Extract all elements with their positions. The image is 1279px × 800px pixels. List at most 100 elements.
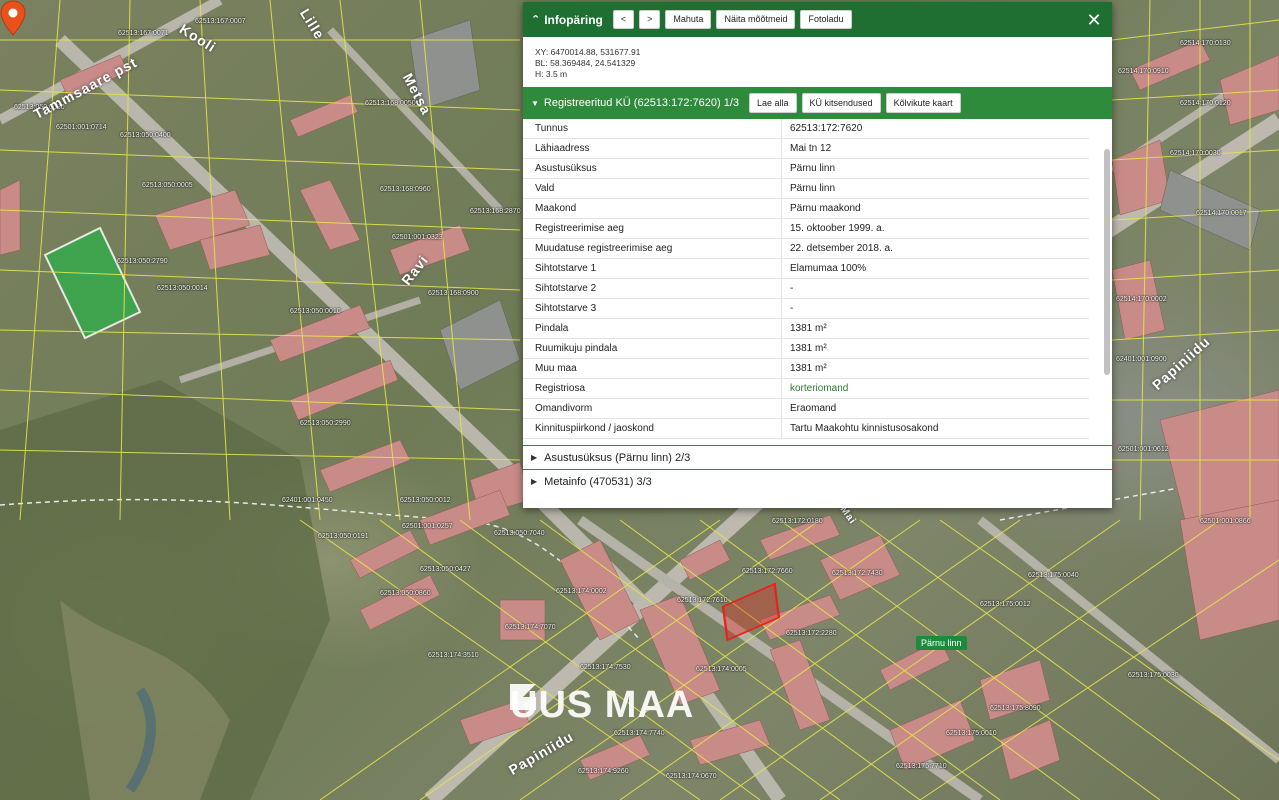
parcel-label: 62401:001:0900 [1116, 356, 1167, 363]
property-key: Maakond [523, 198, 782, 219]
property-value: Pärnu maakond [781, 198, 1089, 219]
close-icon[interactable]: ✕ [1084, 11, 1104, 29]
parcel-label: 62501:001:0257 [402, 523, 453, 530]
parcel-label: 62514:170:0130 [1180, 40, 1231, 47]
map-marker-icon[interactable] [0, 0, 26, 36]
property-value: - [781, 298, 1089, 319]
parcel-label: 62401:001:0450 [282, 497, 333, 504]
parcel-label: 62501:001:0714 [56, 124, 107, 131]
next-button[interactable]: > [639, 10, 661, 29]
parcel-label: 62501:001:0323 [392, 234, 443, 241]
parcel-label: 62513:050:0400 [120, 132, 171, 139]
property-value-link[interactable]: korteriomand [781, 378, 1089, 399]
coordinates-block: XY: 6470014.88, 531677.91 BL: 58.369484,… [523, 37, 1112, 83]
parcel-label: 62513:174:0005 [696, 666, 747, 673]
parcel-label: 62514:170:0017 [1196, 210, 1247, 217]
parcel-label: 62514:170:0910 [1118, 68, 1169, 75]
parcel-label: 62513:050:0012 [400, 497, 451, 504]
parcel-label: 62513:167:0007 [195, 18, 246, 25]
table-row: Sihtotstarve 3- [523, 298, 1089, 319]
parcel-label: 62513:050:0014 [157, 285, 208, 292]
registered-parcel-section-header[interactable]: ▼ Registreeritud KÜ (62513:172:7620) 1/3… [523, 87, 1112, 119]
property-key: Muudatuse registreerimise aeg [523, 238, 782, 259]
download-button[interactable]: Lae alla [749, 93, 797, 113]
parcel-label: 62513:172:0180 [772, 518, 823, 525]
property-key: Ruumikuju pindala [523, 338, 782, 359]
panel-title[interactable]: ⌃ Infopäring [531, 13, 603, 27]
property-key: Omandivorm [523, 398, 782, 419]
collapsed-section-settlement[interactable]: ▶ Asustusüksus (Pärnu linn) 2/3 [523, 445, 1112, 469]
table-row: Asustusüksus Pärnu linn [523, 158, 1089, 179]
collapsed-section-label: Metainfo (470531) 3/3 [544, 475, 652, 488]
section-title[interactable]: ▼ Registreeritud KÜ (62513:172:7620) 1/3 [531, 97, 739, 109]
parcel-label: 62514:170:0120 [1180, 100, 1231, 107]
table-row: Maakond Pärnu maakond [523, 198, 1089, 219]
property-value: 62513:172:7620 [781, 119, 1089, 139]
expand-triangle-icon: ▶ [531, 453, 538, 462]
panel-title-text: Infopäring [544, 12, 603, 27]
show-dimensions-button[interactable]: Näita mõõtmeid [716, 10, 796, 29]
fit-button[interactable]: Mahuta [665, 10, 712, 29]
parcel-label: 62513:050:0860 [380, 590, 431, 597]
parcel-label: 62513:175:8090 [990, 705, 1041, 712]
parcel-label: 62501:001:0612 [1118, 446, 1169, 453]
parcel-label: 62513:050:0005 [142, 182, 193, 189]
parcel-label: 62513:172:7430 [832, 570, 883, 577]
parcel-label: 62513:174:0670 [666, 773, 717, 780]
restrictions-button[interactable]: KÜ kitsendused [801, 93, 881, 113]
info-panel: ⌃ Infopäring < > Mahuta Näita mõõtmeid F… [523, 2, 1112, 508]
land-use-map-button[interactable]: Kõlvikute kaart [885, 93, 961, 113]
watermark-logo: UUS MAA [510, 684, 694, 727]
parcel-label: 62513:172:7610 [677, 597, 728, 604]
table-row: Vald Pärnu linn [523, 178, 1089, 199]
property-value: 1381 m² [781, 318, 1089, 339]
parcel-label: 62501:001:0866 [1200, 518, 1251, 525]
parcel-label: 62514:170:0002 [1116, 296, 1167, 303]
property-key: Asustusüksus [523, 158, 782, 179]
collapsed-section-metainfo[interactable]: ▶ Metainfo (470531) 3/3 [523, 469, 1112, 493]
uus-maa-logo-icon [510, 684, 536, 710]
municipality-label: Pärnu linn [916, 636, 967, 650]
previous-button[interactable]: < [612, 10, 635, 29]
properties-table: Tunnus 62513:172:7620 Lähiaadress Mai tn 12… [523, 119, 1089, 439]
property-value: 22. detsember 2018. a. [781, 238, 1089, 259]
table-row: Tunnus 62513:172:7620 [523, 119, 1089, 139]
parcel-label: 62513:168:0960 [380, 186, 431, 193]
parcel-label: 62513:050:0191 [318, 533, 369, 540]
section-title-text: Registreeritud KÜ (62513:172:7620) 1/3 [543, 97, 739, 109]
property-value: 15. oktoober 1999. a. [781, 218, 1089, 239]
parcel-label: 62513:174:7070 [505, 624, 556, 631]
parcel-label: 62513:050:0427 [420, 566, 471, 573]
property-key: Tunnus [523, 119, 782, 139]
parcel-label: 62513:174:7740 [614, 730, 665, 737]
parcel-label: 62513:050:7040 [494, 530, 545, 537]
parcel-label: 62513:172:7660 [742, 568, 793, 575]
parcel-label: 62513:050:0010 [290, 308, 341, 315]
collapsed-section-label: Asustusüksus (Pärnu linn) 2/3 [544, 451, 691, 464]
parcel-label: 62513:175:0040 [1028, 572, 1079, 579]
parcel-label: 62513:174:7530 [580, 664, 631, 671]
table-row: Sihtotstarve 1 Elamumaa 100% [523, 258, 1089, 279]
property-key: Registriosa [523, 378, 782, 399]
property-key: Sihtotstarve 2 [523, 278, 782, 299]
collapse-chevron-icon[interactable]: ⌃ [531, 13, 540, 26]
property-key: Kinnituspiirkond / jaoskond [523, 418, 782, 439]
photo-archive-button[interactable]: Fotoladu [800, 10, 852, 29]
property-value: 1381 m² [781, 358, 1089, 379]
xy-coordinates: XY: 6470014.88, 531677.91 [535, 47, 641, 57]
watermark-text: UUS MAA [510, 684, 695, 726]
property-key: Registreerimise aeg [523, 218, 782, 239]
parcel-label: 62513:172:2280 [786, 630, 837, 637]
scrollbar-thumb[interactable] [1104, 149, 1110, 375]
table-row: Ruumikuju pindala 1381 m² [523, 338, 1089, 359]
property-value: Pärnu linn [781, 158, 1089, 179]
property-key: Sihtotstarve 3 [523, 298, 782, 319]
height-value: H: 3.5 m [535, 69, 568, 79]
parcel-label: 62514:170:0030 [1170, 150, 1221, 157]
parcel-label: 62513:050:2990 [300, 420, 351, 427]
property-key: Pindala [523, 318, 782, 339]
property-value: Eraomand [781, 398, 1089, 419]
expand-triangle-icon: ▼ [531, 98, 539, 108]
property-value: 1381 m² [781, 338, 1089, 359]
properties-table-container[interactable]: Tunnus 62513:172:7620 Lähiaadress Mai tn 12… [523, 119, 1112, 445]
